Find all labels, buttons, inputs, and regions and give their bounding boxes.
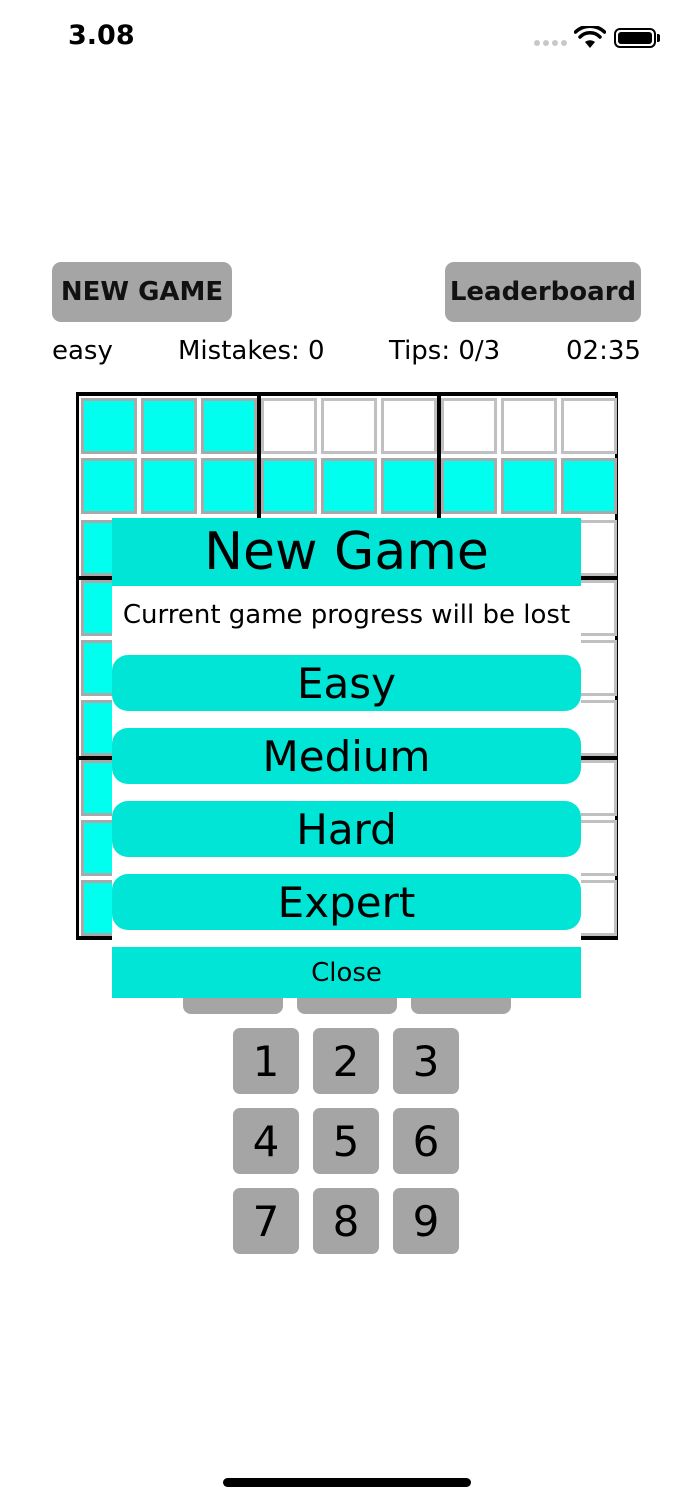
board-cell[interactable] (141, 398, 197, 454)
close-button[interactable]: Close (112, 947, 581, 998)
board-cell[interactable] (261, 398, 317, 454)
board-cell[interactable] (141, 458, 197, 514)
game-timer: 02:35 (566, 336, 641, 366)
keypad-key-7[interactable]: 7 (233, 1188, 299, 1254)
board-cell[interactable] (201, 398, 257, 454)
board-cell[interactable] (261, 458, 317, 514)
leaderboard-button[interactable]: Leaderboard (445, 262, 641, 322)
easy-button[interactable]: Easy (112, 655, 581, 711)
board-cell[interactable] (81, 458, 137, 514)
board-cell[interactable] (501, 458, 557, 514)
board-cell[interactable] (321, 398, 377, 454)
board-cell[interactable] (81, 398, 137, 454)
dialog-title: New Game (112, 518, 581, 586)
board-cell[interactable] (381, 398, 437, 454)
board-cell[interactable] (441, 398, 497, 454)
board-cell[interactable] (501, 398, 557, 454)
battery-icon (614, 28, 656, 48)
board-cell[interactable] (381, 458, 437, 514)
keypad-key-4[interactable]: 4 (233, 1108, 299, 1174)
new-game-button[interactable]: NEW GAME (52, 262, 232, 322)
keypad-key-9[interactable]: 9 (393, 1188, 459, 1254)
board-cell[interactable] (201, 458, 257, 514)
hard-button[interactable]: Hard (112, 801, 581, 857)
board-cell[interactable] (561, 458, 617, 514)
keypad-key-8[interactable]: 8 (313, 1188, 379, 1254)
keypad-key-3[interactable]: 3 (393, 1028, 459, 1094)
difficulty-label: easy (52, 336, 113, 366)
expert-button[interactable]: Expert (112, 874, 581, 930)
home-indicator (223, 1478, 471, 1487)
wifi-icon (574, 26, 606, 48)
board-cell[interactable] (321, 458, 377, 514)
new-game-dialog: New Game Current game progress will be l… (112, 518, 581, 998)
battery-tip (657, 34, 660, 42)
tips-counter: Tips: 0/3 (389, 336, 501, 366)
keypad-key-6[interactable]: 6 (393, 1108, 459, 1174)
dialog-message: Current game progress will be lost (122, 600, 571, 630)
keypad-key-1[interactable]: 1 (233, 1028, 299, 1094)
status-bar: 3.08 (0, 0, 693, 80)
signal-dots-icon (534, 40, 567, 46)
status-time: 3.08 (68, 20, 135, 51)
board-cell[interactable] (561, 398, 617, 454)
keypad-key-5[interactable]: 5 (313, 1108, 379, 1174)
keypad-key-2[interactable]: 2 (313, 1028, 379, 1094)
board-cell[interactable] (441, 458, 497, 514)
mistakes-counter: Mistakes: 0 (178, 336, 325, 366)
medium-button[interactable]: Medium (112, 728, 581, 784)
